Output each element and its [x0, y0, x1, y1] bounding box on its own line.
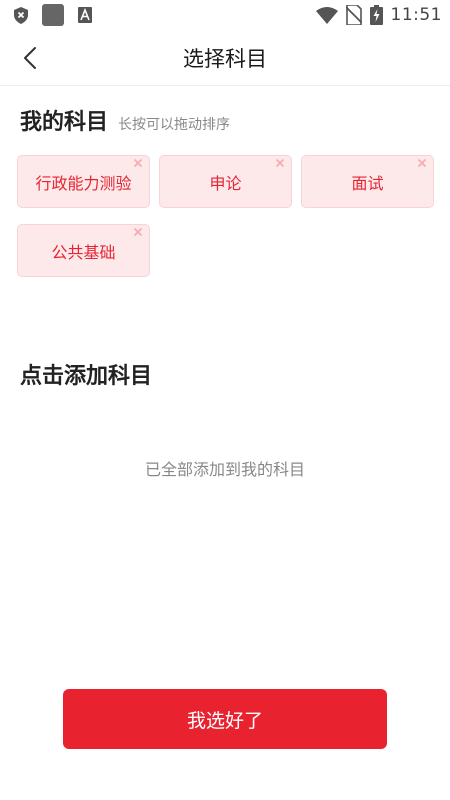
subject-chip-mianshi[interactable]: 面试	[301, 155, 434, 208]
close-icon[interactable]	[273, 156, 287, 170]
subject-chip-label: 面试	[351, 173, 384, 193]
page-title: 选择科目	[183, 46, 267, 71]
add-subjects-header: 点击添加科目	[20, 358, 152, 390]
add-subjects-title: 点击添加科目	[20, 364, 153, 389]
close-icon[interactable]	[415, 156, 429, 170]
shield-x-icon	[14, 6, 28, 24]
wifi-icon	[315, 6, 338, 24]
status-left	[14, 4, 92, 26]
screen: 11:51 选择科目 我的科目 长按可以拖动排序 行政能力测验 申论 面试 公共…	[0, 0, 450, 800]
status-time: 11:51	[390, 5, 442, 25]
my-subjects-title: 我的科目	[20, 110, 109, 135]
subject-chip-shenlun[interactable]: 申论	[159, 155, 292, 208]
subject-chip-gonggong[interactable]: 公共基础	[17, 224, 150, 277]
subject-chip-xingzheng[interactable]: 行政能力测验	[17, 155, 150, 208]
chevron-left-icon	[23, 46, 37, 70]
sort-hint: 长按可以拖动排序	[118, 117, 231, 133]
nav-bar: 选择科目	[0, 30, 450, 86]
app-square-icon	[42, 4, 64, 26]
no-sim-icon	[345, 5, 362, 25]
status-right: 11:51	[315, 5, 443, 25]
subject-chip-label: 公共基础	[51, 242, 116, 262]
back-button[interactable]	[10, 38, 50, 78]
empty-state-text: 已全部添加到我的科目	[144, 460, 305, 479]
close-icon[interactable]	[131, 225, 145, 239]
status-bar: 11:51	[0, 0, 450, 30]
my-subjects-list: 行政能力测验 申论 面试 公共基础	[17, 155, 437, 277]
close-icon[interactable]	[131, 156, 145, 170]
battery-charging-icon	[369, 5, 383, 25]
subject-chip-label: 行政能力测验	[35, 173, 132, 193]
my-subjects-header: 我的科目 长按可以拖动排序	[20, 104, 230, 136]
font-a-icon	[78, 7, 92, 23]
done-button[interactable]: 我选好了	[63, 689, 387, 749]
subject-chip-label: 申论	[209, 173, 242, 193]
